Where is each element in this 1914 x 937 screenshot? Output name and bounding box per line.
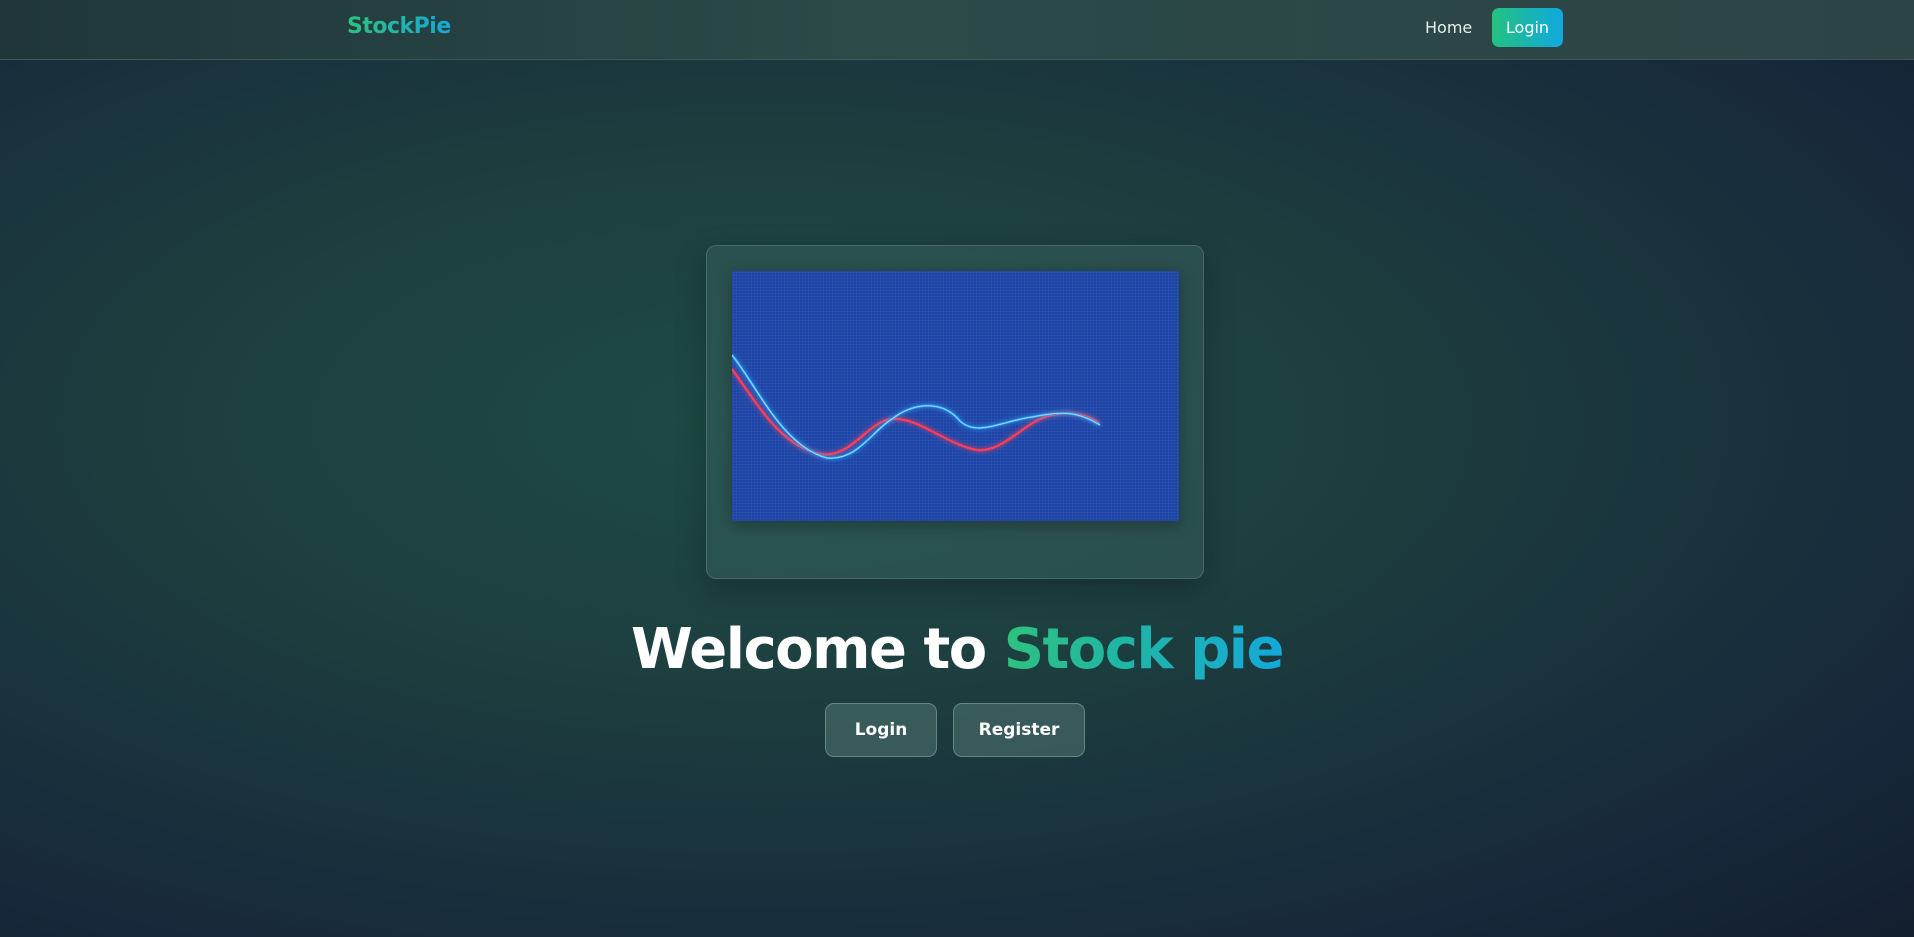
- headline-prefix: Welcome to: [631, 617, 1004, 682]
- decorative-line-chart: [732, 271, 1179, 521]
- hero-headline: Welcome to Stock pie: [0, 617, 1914, 682]
- hero-login-button[interactable]: Login: [825, 703, 937, 757]
- navbar: StockPie Home Login: [0, 0, 1914, 60]
- headline-highlight: Stock pie: [1003, 617, 1285, 682]
- nav-home-link[interactable]: Home: [1425, 18, 1472, 37]
- red-series-line: [732, 368, 1100, 456]
- hero-register-button[interactable]: Register: [953, 703, 1085, 757]
- chart-lines: [732, 354, 1101, 460]
- nav-login-button[interactable]: Login: [1492, 8, 1563, 47]
- brand-logo[interactable]: StockPie: [347, 14, 451, 39]
- blue-series-line: [732, 354, 1101, 460]
- hero-chart-card: [706, 245, 1204, 579]
